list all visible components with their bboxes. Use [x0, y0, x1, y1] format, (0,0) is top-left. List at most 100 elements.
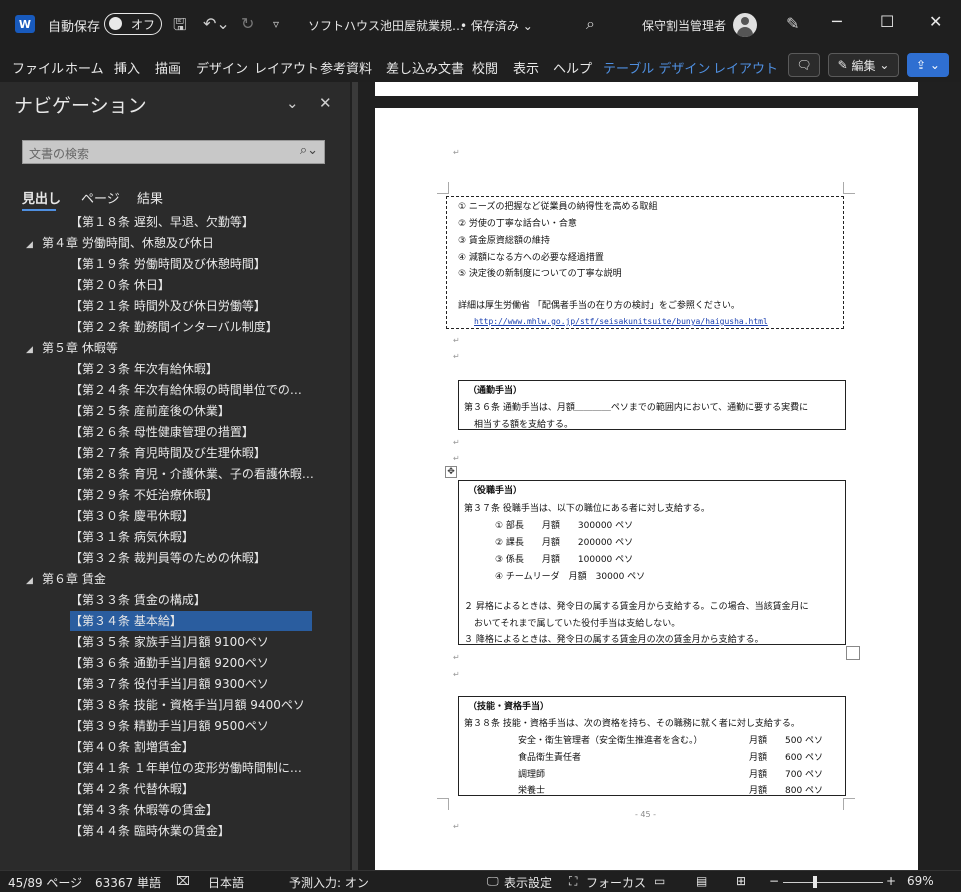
share-button[interactable]: ⇪ ⌄ — [907, 53, 949, 77]
comments-button[interactable]: 🗨 — [788, 53, 820, 77]
page-count[interactable]: 45/89 ページ — [8, 874, 82, 891]
nav-options-chevron-icon[interactable]: ⌄ — [286, 94, 299, 112]
nav-article-heading[interactable]: 【第４２条 代替休暇】 — [70, 779, 194, 799]
zoom-out-icon[interactable]: − — [769, 874, 779, 888]
nav-article-heading[interactable]: 【第４０条 割増賃金】 — [70, 737, 194, 757]
document-title[interactable]: ソフトハウス池田屋就業規… — [308, 17, 464, 34]
article-36-line: 第３６条 通勤手当は、月額＿＿＿＿ペソまでの範囲内において、通勤に要する実費に — [464, 403, 809, 413]
display-settings[interactable]: 表示設定 — [504, 874, 552, 891]
tab-mailings[interactable]: 差し込み文書 — [386, 58, 464, 77]
customize-toolbar-icon[interactable]: ▿ — [273, 17, 279, 31]
maximize-icon[interactable]: ☐ — [880, 12, 894, 31]
search-icon[interactable]: ⌕⌄ — [300, 143, 318, 158]
print-layout-icon[interactable]: ▤ — [696, 874, 707, 888]
nav-search-input[interactable]: 文書の検索 ⌕⌄ — [22, 140, 325, 164]
title-bar: W 自動保存 オフ 🖫 ↶⌄ ↻ ▿ ソフトハウス池田屋就業規… • 保存済み … — [0, 0, 961, 50]
collapse-triangle-icon[interactable]: ◢ — [26, 340, 42, 360]
nav-article-heading[interactable]: 【第１９条 労働時間及び休憩時間】 — [70, 254, 266, 274]
table-resize-handle[interactable] — [846, 646, 860, 660]
nav-article-heading[interactable]: 【第２４条 年次有給休暇の時間単位での… — [70, 380, 302, 400]
nav-article-heading[interactable]: 【第３４条 基本給】 — [70, 611, 312, 631]
nav-article-heading[interactable]: 【第３８条 技能・資格手当]月額 9400ペソ — [70, 695, 305, 715]
nav-tab-results[interactable]: 結果 — [137, 188, 163, 207]
tab-table-design[interactable]: テーブル デザイン — [603, 58, 710, 77]
document-page[interactable]: ↵ ① ニーズの把握など従業員の納得性を高める取組 ② 労使の丁寧な話合い・合意… — [375, 108, 918, 870]
display-settings-icon[interactable]: 🖵 — [487, 874, 499, 889]
tab-review[interactable]: 校閲 — [472, 58, 498, 77]
nav-chapter-heading[interactable]: ◢ 第６章 賃金 — [26, 569, 106, 589]
zoom-in-icon[interactable]: + — [886, 874, 896, 888]
nav-article-heading[interactable]: 【第３７条 役付手当]月額 9300ペソ — [70, 674, 269, 694]
nav-article-heading[interactable]: 【第３３条 賃金の構成】 — [70, 590, 206, 610]
nav-article-heading[interactable]: 【第３６条 通勤手当]月額 9200ペソ — [70, 653, 269, 673]
save-status[interactable]: • 保存済み ⌄ — [460, 17, 533, 34]
nav-article-heading[interactable]: 【第２７条 育児時間及び生理休暇】 — [70, 443, 266, 463]
nav-heading-label: 【第３３条 賃金の構成】 — [70, 593, 206, 607]
tab-table-layout[interactable]: レイアウト — [713, 58, 778, 77]
tab-help[interactable]: ヘルプ — [553, 58, 592, 77]
close-icon[interactable]: ✕ — [929, 12, 942, 31]
language[interactable]: 日本語 — [208, 874, 244, 891]
nav-article-heading[interactable]: 【第３１条 病気休暇】 — [70, 527, 194, 547]
collapse-triangle-icon[interactable]: ◢ — [26, 235, 42, 255]
nav-heading-label: 【第４１条 １年単位の変形労働時間制に… — [70, 761, 302, 775]
focus-icon[interactable]: ⛶ — [569, 874, 577, 889]
minimize-icon[interactable]: ─ — [832, 12, 842, 31]
nav-article-heading[interactable]: 【第２２条 勤務間インターバル制度】 — [70, 317, 278, 337]
read-mode-icon[interactable]: ▭ — [654, 874, 665, 888]
nav-chapter-heading[interactable]: ◢ 第５章 休暇等 — [26, 338, 118, 358]
search-icon[interactable]: ⌕ — [586, 14, 595, 34]
table-move-handle-icon[interactable]: ✥ — [445, 466, 457, 478]
nav-article-heading[interactable]: 【第３２条 裁判員等のための休暇】 — [70, 548, 266, 568]
page-number: - 45 - — [635, 810, 657, 819]
tab-references[interactable]: 参考資料 — [320, 58, 372, 77]
nav-article-heading[interactable]: 【第３０条 慶弔休暇】 — [70, 506, 194, 526]
tab-file[interactable]: ファイル — [12, 58, 64, 77]
text-predictions[interactable]: 予測入力: オン — [289, 874, 369, 891]
nav-article-heading[interactable]: 【第４１条 １年単位の変形労働時間制に… — [70, 758, 302, 778]
tab-home[interactable]: ホーム — [65, 58, 104, 77]
nav-article-heading[interactable]: 【第４３条 休暇等の賃金】 — [70, 800, 218, 820]
nav-article-heading[interactable]: 【第２９条 不妊治療休暇】 — [70, 485, 218, 505]
zoom-slider-thumb[interactable] — [813, 876, 817, 888]
nav-article-heading[interactable]: 【第２３条 年次有給休暇】 — [70, 359, 218, 379]
avatar[interactable] — [733, 13, 757, 37]
nav-article-heading[interactable]: 【第２１条 時間外及び休日労働等】 — [70, 296, 266, 316]
nav-search-placeholder: 文書の検索 — [29, 147, 90, 161]
nav-article-heading[interactable]: 【第４４条 臨時休業の賃金】 — [70, 821, 230, 841]
nav-tab-pages[interactable]: ページ — [81, 188, 120, 207]
tab-view[interactable]: 表示 — [513, 58, 539, 77]
user-name[interactable]: 保守割当管理者 — [642, 17, 726, 34]
tab-insert[interactable]: 挿入 — [114, 58, 140, 77]
focus-mode[interactable]: フォーカス — [586, 874, 646, 891]
save-icon[interactable]: 🖫 — [173, 14, 187, 41]
zoom-slider[interactable] — [783, 882, 883, 883]
nav-article-heading[interactable]: 【第３５条 家族手当]月額 9100ペソ — [70, 632, 269, 652]
redo-icon[interactable]: ↻ — [241, 14, 254, 33]
mhlw-link[interactable]: http://www.mhlw.go.jp/stf/seisakunitsuit… — [474, 317, 768, 326]
nav-article-heading[interactable]: 【第２８条 育児・介護休業、子の看護休暇… — [70, 464, 314, 484]
nav-article-heading[interactable]: 【第２０条 休日】 — [70, 275, 170, 295]
nav-article-heading[interactable]: 【第２５条 産前産後の休業】 — [70, 401, 230, 421]
undo-icon[interactable]: ↶⌄ — [203, 14, 230, 33]
nav-tab-headings[interactable]: 見出し — [22, 188, 61, 207]
nav-close-icon[interactable]: ✕ — [319, 94, 332, 112]
tab-layout[interactable]: レイアウト — [254, 58, 319, 77]
nav-chapter-heading[interactable]: ◢ 第４章 労働時間、休憩及び休日 — [26, 233, 214, 253]
autosave-toggle[interactable]: オフ — [104, 13, 162, 35]
word-count[interactable]: 63367 単語 — [95, 874, 161, 891]
web-layout-icon[interactable]: ⊞ — [736, 874, 746, 888]
proofing-icon[interactable]: ⌧ — [176, 874, 190, 888]
note-line: ④ 減額になる方への必要な経過措置 — [458, 253, 604, 263]
nav-article-heading[interactable]: 【第１８条 遅刻、早退、欠勤等】 — [70, 214, 254, 232]
designer-pen-icon[interactable]: ✎ — [786, 14, 799, 33]
editing-mode-button[interactable]: ✎ 編集 ⌄ — [828, 53, 899, 77]
nav-article-heading[interactable]: 【第２６条 母性健康管理の措置】 — [70, 422, 254, 442]
nav-article-heading[interactable]: 【第３９条 精勤手当]月額 9500ペソ — [70, 716, 269, 736]
zoom-level[interactable]: 69% — [907, 874, 934, 888]
qualification-amount: 月額 500 ペソ — [749, 736, 824, 746]
tab-design[interactable]: デザイン — [196, 58, 248, 77]
tab-draw[interactable]: 描画 — [155, 58, 181, 77]
collapse-triangle-icon[interactable]: ◢ — [26, 571, 42, 591]
scroll-strip[interactable] — [352, 82, 358, 870]
